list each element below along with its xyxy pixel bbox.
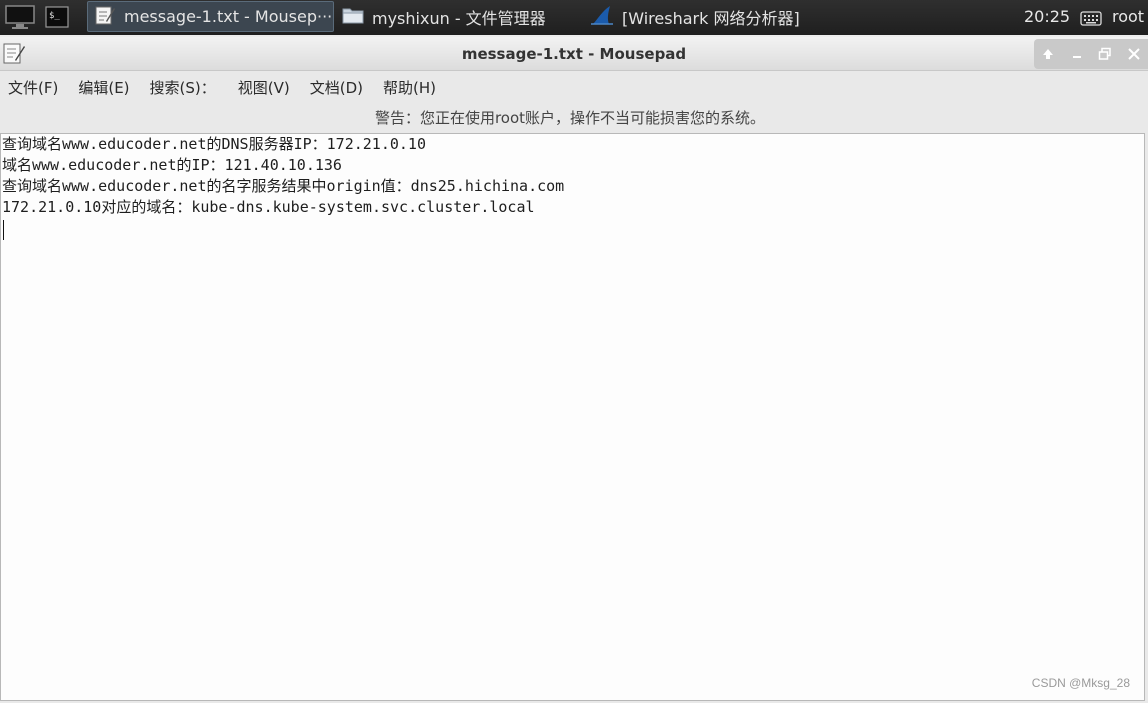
- folder-icon: [342, 6, 364, 28]
- close-icon[interactable]: [1123, 43, 1145, 65]
- menu-file[interactable]: 文件(F): [0, 77, 58, 98]
- text-editor-icon: [94, 5, 116, 29]
- task-file-manager[interactable]: myshixun - 文件管理器: [336, 1, 580, 32]
- wireshark-fin-icon: [590, 5, 614, 29]
- menu-search[interactable]: 搜索(S)：: [142, 77, 216, 98]
- task-label: message-1.txt - Mousep···: [124, 7, 333, 26]
- user-name[interactable]: root: [1112, 7, 1144, 26]
- restore-icon[interactable]: [1094, 43, 1116, 65]
- root-warning: 警告：您正在使用root账户，操作不当可能损害您的系统。: [374, 109, 766, 127]
- menu-edit[interactable]: 编辑(E): [70, 77, 129, 98]
- editor-line[interactable]: 172.21.0.10对应的域名：kube-dns.kube-system.sv…: [1, 197, 1144, 218]
- text-cursor: [3, 220, 4, 240]
- show-desktop-icon[interactable]: [4, 3, 36, 31]
- task-wireshark[interactable]: [Wireshark 网络分析器]: [584, 1, 834, 32]
- window-title: message-1.txt - Mousepad: [461, 45, 687, 63]
- menu-view[interactable]: 视图(V): [230, 77, 290, 98]
- title-bar[interactable]: message-1.txt - Mousepad: [0, 37, 1148, 71]
- taskbar: $_ message-1.txt - Mousep··· myshixun - …: [0, 0, 1148, 35]
- window-controls: [1034, 39, 1148, 69]
- clock[interactable]: 20:25: [1024, 7, 1070, 26]
- text-editor-area[interactable]: 查询域名www.educoder.net的DNS服务器IP：172.21.0.1…: [0, 133, 1145, 701]
- minimize-icon[interactable]: [1066, 43, 1088, 65]
- keyboard-icon[interactable]: [1080, 9, 1102, 31]
- watermark: CSDN @Mksg_28: [1031, 676, 1130, 690]
- mousepad-window: message-1.txt - Mousepad 文件(F) 编辑(E) 搜索(…: [0, 37, 1148, 703]
- editor-line[interactable]: 域名www.educoder.net的IP：121.40.10.136: [1, 155, 1144, 176]
- menu-help[interactable]: 帮助(H): [375, 77, 436, 98]
- menu-document[interactable]: 文档(D): [302, 77, 363, 98]
- terminal-icon[interactable]: $_: [44, 3, 70, 31]
- task-label: myshixun - 文件管理器: [372, 8, 546, 28]
- svg-text:$_: $_: [49, 11, 60, 21]
- task-mousepad[interactable]: message-1.txt - Mousep···: [87, 1, 334, 32]
- editor-line[interactable]: 查询域名www.educoder.net的DNS服务器IP：172.21.0.1…: [1, 134, 1144, 155]
- editor-line[interactable]: 查询域名www.educoder.net的名字服务结果中origin值：dns2…: [1, 176, 1144, 197]
- task-label: [Wireshark 网络分析器]: [622, 8, 800, 28]
- arrow-up-icon[interactable]: [1037, 43, 1059, 65]
- menu-bar: 文件(F) 编辑(E) 搜索(S)： 视图(V) 文档(D) 帮助(H): [0, 71, 448, 103]
